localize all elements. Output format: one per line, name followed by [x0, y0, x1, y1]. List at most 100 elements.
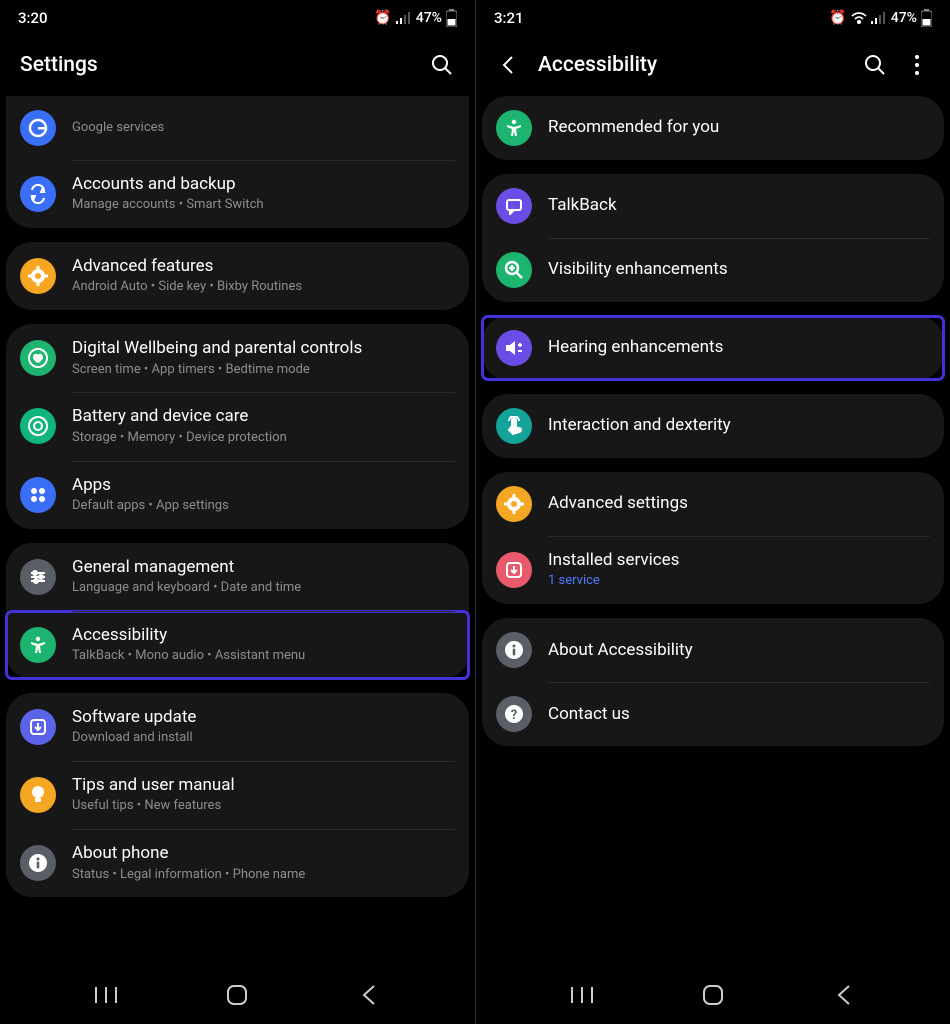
settings-group: Software update Download and install Tips … [6, 693, 469, 897]
row-text: TalkBack [548, 195, 617, 216]
grid4-icon [20, 477, 56, 513]
search-icon[interactable] [862, 52, 888, 78]
settings-group: General management Language and keyboard … [6, 543, 469, 679]
row-title: Software update [72, 707, 196, 728]
row-text: Visibility enhancements [548, 259, 728, 280]
settings-row-apps[interactable]: Apps Default apps • App settings [6, 461, 469, 529]
heart-ring-icon [20, 340, 56, 376]
row-text: About phoneStatus • Legal information • … [72, 843, 305, 883]
nav-home[interactable] [693, 975, 733, 1015]
settings-row-advanced-features[interactable]: Advanced featuresAndroid Auto • Side key… [6, 242, 469, 310]
row-subtitle: Screen time • App timers • Bedtime mode [72, 362, 362, 379]
info-icon [496, 632, 532, 668]
phone-accessibility: 3:21 ⏰ 47% Accessibility Recommended for… [475, 0, 950, 1024]
settings-list[interactable]: Google services Accounts and backupManage… [0, 96, 475, 966]
accessibility-icon [20, 627, 56, 663]
battery-icon [446, 9, 457, 27]
nav-recents[interactable] [86, 975, 126, 1015]
more-icon[interactable] [904, 52, 930, 78]
download-box-icon [20, 709, 56, 745]
gear-plus-icon [496, 486, 532, 522]
row-text: Installed services1 service [548, 550, 679, 590]
status-icons: ⏰ 47% [374, 9, 457, 27]
row-title: Advanced features [72, 256, 302, 277]
row-title: About phone [72, 843, 305, 864]
settings-row-about-phone[interactable]: About phoneStatus • Legal information • … [6, 829, 469, 897]
row-title: Visibility enhancements [548, 259, 728, 280]
settings-group: Advanced settings Installed services1 ser… [482, 472, 944, 604]
google-icon [20, 110, 56, 146]
row-title: Hearing enhancements [548, 337, 723, 358]
settings-row-accessibility[interactable]: AccessibilityTalkBack • Mono audio • Ass… [6, 611, 469, 679]
settings-row-accounts-and-backup[interactable]: Accounts and backupManage accounts • Sma… [6, 160, 469, 228]
settings-group: Advanced featuresAndroid Auto • Side key… [6, 242, 469, 310]
header: Settings [0, 36, 475, 96]
row-title: Apps [72, 475, 229, 496]
speech-icon [496, 188, 532, 224]
row-subtitle: 1 service [548, 573, 679, 590]
row-subtitle: Language and keyboard • Date and time [72, 580, 301, 597]
settings-row-advanced-settings[interactable]: Advanced settings [482, 472, 944, 536]
nav-home[interactable] [217, 975, 257, 1015]
status-bar: 3:20 ⏰ 47% [0, 0, 475, 36]
nav-back[interactable] [349, 975, 389, 1015]
signal-icon [396, 12, 412, 24]
settings-group: Recommended for you [482, 96, 944, 160]
page-title: Settings [20, 53, 413, 77]
settings-row-google-services[interactable]: Google services [6, 96, 469, 160]
row-title: Interaction and dexterity [548, 415, 731, 436]
row-text: General management Language and keyboard … [72, 557, 301, 597]
settings-row-software-update[interactable]: Software update Download and install [6, 693, 469, 761]
alarm-icon: ⏰ [374, 10, 391, 26]
settings-row-hearing-enhancements[interactable]: Hearing enhancements [482, 316, 944, 380]
row-text: Recommended for you [548, 117, 719, 138]
phone-settings: 3:20 ⏰ 47% Settings Google services Accou… [0, 0, 475, 1024]
row-title: Recommended for you [548, 117, 719, 138]
row-subtitle: Storage • Memory • Device protection [72, 430, 287, 447]
row-title: General management [72, 557, 301, 578]
gear-plus-icon [20, 258, 56, 294]
nav-bar [0, 966, 475, 1024]
svg-text:?: ? [511, 708, 517, 723]
header: Accessibility [476, 36, 950, 96]
settings-row-contact-us[interactable]: ? Contact us [482, 682, 944, 746]
row-text: Tips and user manualUseful tips • New fe… [72, 775, 235, 815]
row-subtitle: TalkBack • Mono audio • Assistant menu [72, 648, 305, 665]
row-text: Advanced settings [548, 493, 688, 514]
settings-row-visibility-enhancements[interactable]: Visibility enhancements [482, 238, 944, 302]
status-time: 3:20 [18, 9, 48, 27]
back-icon[interactable] [496, 52, 522, 78]
status-time: 3:21 [494, 9, 524, 27]
question-icon: ? [496, 696, 532, 732]
row-text: Digital Wellbeing and parental controls S… [72, 338, 362, 378]
row-text: Apps Default apps • App settings [72, 475, 229, 515]
row-subtitle: Google services [72, 120, 164, 137]
settings-row-recommended-for-you[interactable]: Recommended for you [482, 96, 944, 160]
search-icon[interactable] [429, 52, 455, 78]
alarm-icon: ⏰ [829, 10, 846, 26]
nav-back[interactable] [824, 975, 864, 1015]
settings-row-talkback[interactable]: TalkBack [482, 174, 944, 238]
row-subtitle: Default apps • App settings [72, 498, 229, 515]
row-text: About Accessibility [548, 640, 693, 661]
battery-text: 47% [891, 10, 917, 26]
row-text: Advanced featuresAndroid Auto • Side key… [72, 256, 302, 296]
row-subtitle: Download and install [72, 730, 196, 747]
settings-row-digital-wellbeing-and-parental-controls[interactable]: Digital Wellbeing and parental controls S… [6, 324, 469, 392]
row-text: Battery and device careStorage • Memory … [72, 406, 287, 446]
row-text: Contact us [548, 704, 630, 725]
row-title: Digital Wellbeing and parental controls [72, 338, 362, 359]
row-title: Accounts and backup [72, 174, 264, 195]
settings-row-tips-and-user-manual[interactable]: Tips and user manualUseful tips • New fe… [6, 761, 469, 829]
settings-row-installed-services[interactable]: Installed services1 service [482, 536, 944, 604]
settings-row-about-accessibility[interactable]: About Accessibility [482, 618, 944, 682]
settings-row-battery-and-device-care[interactable]: Battery and device careStorage • Memory … [6, 392, 469, 460]
signal-icon [871, 12, 887, 24]
accessibility-list[interactable]: Recommended for you TalkBack Visibility en… [476, 96, 950, 966]
zoom-plus-icon [496, 252, 532, 288]
settings-row-interaction-and-dexterity[interactable]: Interaction and dexterity [482, 394, 944, 458]
nav-recents[interactable] [562, 975, 602, 1015]
row-text: AccessibilityTalkBack • Mono audio • Ass… [72, 625, 305, 665]
settings-row-general-management[interactable]: General management Language and keyboard … [6, 543, 469, 611]
tap-icon [496, 408, 532, 444]
